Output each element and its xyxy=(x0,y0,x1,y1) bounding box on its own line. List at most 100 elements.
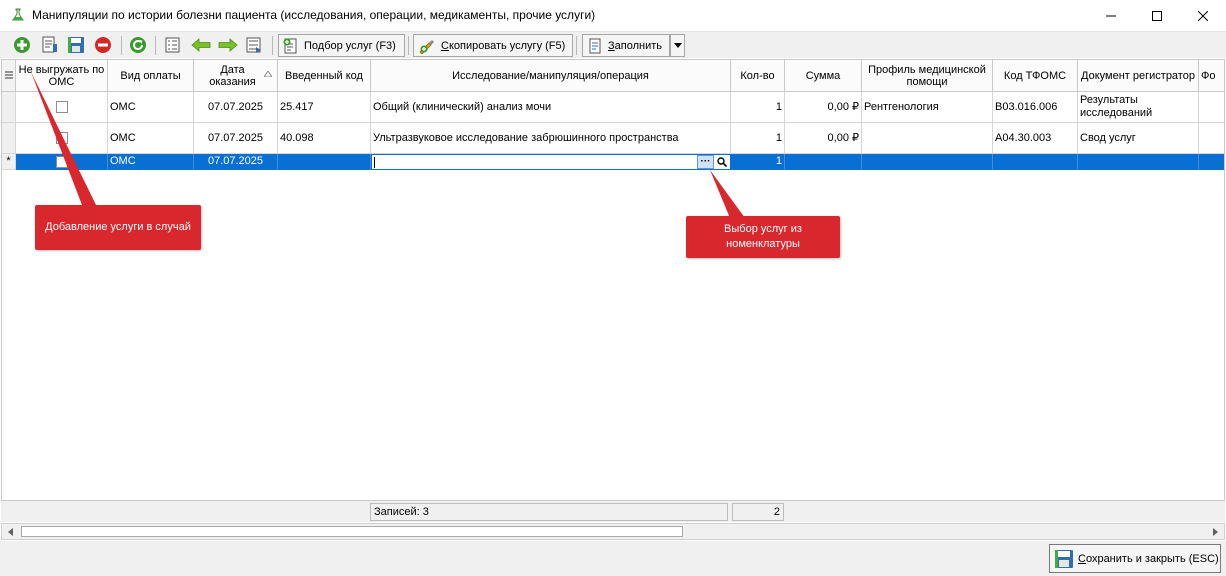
list-button[interactable] xyxy=(163,35,183,55)
grid-footer: Записей: 3 2 xyxy=(1,500,1225,522)
date-cell[interactable]: 07.07.2025 xyxy=(194,92,278,123)
col-sum[interactable]: Сумма xyxy=(785,60,862,92)
toolbar-separator xyxy=(272,36,273,55)
arrow-left-icon xyxy=(191,38,211,52)
toolbar: Подбор услуг (F3) Скопировать услугу (F5… xyxy=(0,31,1226,58)
scrollbar-thumb[interactable] xyxy=(21,526,683,537)
save-button[interactable] xyxy=(66,35,86,55)
minimize-button[interactable] xyxy=(1088,0,1134,31)
move-right-button[interactable] xyxy=(218,35,238,55)
nomenclature-picker-button[interactable]: ··· xyxy=(697,155,714,169)
col-form[interactable]: Фо xyxy=(1199,60,1224,92)
quantity-cell[interactable]: 1 xyxy=(731,154,785,170)
add-button[interactable] xyxy=(12,35,32,55)
sum-cell[interactable] xyxy=(785,154,862,170)
document-fill-icon xyxy=(589,38,601,53)
new-row-indicator[interactable]: * xyxy=(2,154,16,170)
scroll-left-button[interactable] xyxy=(2,524,19,539)
col-tfoms-code[interactable]: Код ТФОМС xyxy=(993,60,1078,92)
not-upload-checkbox[interactable] xyxy=(55,101,68,113)
save-and-close-button[interactable]: Сохранить и закрыть (ESC) xyxy=(1049,544,1221,573)
col-payment-type[interactable]: Вид оплаты xyxy=(108,60,194,92)
refresh-icon xyxy=(130,37,146,53)
row-indicator[interactable] xyxy=(2,123,16,154)
service-editor[interactable]: ··· xyxy=(371,154,731,170)
not-upload-checkbox[interactable] xyxy=(55,132,68,144)
list-icon xyxy=(165,37,180,53)
form-cell[interactable] xyxy=(1199,123,1224,154)
payment-type-cell[interactable]: ОМС xyxy=(108,92,194,123)
add-document-icon xyxy=(283,38,297,53)
not-upload-checkbox[interactable] xyxy=(55,155,68,168)
row-indicator[interactable] xyxy=(2,92,16,123)
delete-icon xyxy=(95,37,111,53)
delete-button[interactable] xyxy=(93,35,113,55)
scroll-right-button[interactable] xyxy=(1207,524,1224,539)
entered-code-cell[interactable] xyxy=(278,154,371,170)
ellipsis-icon: ··· xyxy=(700,156,711,167)
grid-corner[interactable] xyxy=(2,60,16,92)
col-service[interactable]: Исследование/манипуляция/операция xyxy=(371,60,731,92)
refresh-button[interactable] xyxy=(128,35,148,55)
document-cell[interactable]: Свод услуг xyxy=(1078,123,1199,154)
fill-button[interactable]: Заполнить xyxy=(582,34,670,57)
triangle-right-icon xyxy=(1213,527,1218,536)
quantity-cell[interactable]: 1 xyxy=(731,123,785,154)
copy-service-label: Скопировать услугу (F5) xyxy=(441,39,566,52)
care-profile-cell[interactable]: Рентгенология xyxy=(862,92,993,123)
date-cell[interactable]: 07.07.2025 xyxy=(194,123,278,154)
date-cell[interactable]: 07.07.2025 xyxy=(194,154,278,170)
not-upload-checkbox-cell[interactable] xyxy=(16,92,108,123)
payment-type-cell[interactable]: ОМС xyxy=(108,123,194,154)
care-profile-cell[interactable] xyxy=(862,154,993,170)
col-date[interactable]: Дата оказания xyxy=(194,60,278,92)
list-move-button[interactable] xyxy=(244,35,264,55)
close-icon xyxy=(1198,10,1208,21)
entered-code-cell[interactable]: 25.417 xyxy=(278,92,371,123)
col-care-profile[interactable]: Профиль медицинской помощи xyxy=(862,60,993,92)
copy-brush-icon xyxy=(419,39,434,54)
maximize-button[interactable] xyxy=(1134,0,1180,31)
list-move-icon xyxy=(246,37,261,53)
payment-type-cell[interactable]: ОМС xyxy=(108,154,194,170)
horizontal-scrollbar[interactable] xyxy=(1,523,1225,540)
column-chooser-icon xyxy=(4,71,13,79)
col-quantity[interactable]: Кол-во xyxy=(731,60,785,92)
fill-dropdown-button[interactable] xyxy=(670,34,685,57)
close-button[interactable] xyxy=(1180,0,1226,31)
move-left-button[interactable] xyxy=(191,35,211,55)
col-document[interactable]: Документ регистратор xyxy=(1078,60,1199,92)
entered-code-cell[interactable]: 40.098 xyxy=(278,123,371,154)
document-cell[interactable] xyxy=(1078,154,1199,170)
tfoms-code-cell[interactable]: B03.016.006 xyxy=(993,92,1078,123)
sum-cell[interactable]: 0,00 ₽ xyxy=(785,92,862,123)
copy-service-button[interactable]: Скопировать услугу (F5) xyxy=(413,34,573,57)
not-upload-checkbox-cell[interactable] xyxy=(16,123,108,154)
window-title: Манипуляции по истории болезни пациента … xyxy=(32,8,596,22)
form-cell[interactable] xyxy=(1199,154,1224,170)
fill-label: Заполнить xyxy=(608,39,663,52)
add-service-callout: Добавление услуги в случай xyxy=(35,205,201,250)
quantity-cell[interactable]: 1 xyxy=(731,92,785,123)
form-cell[interactable] xyxy=(1199,92,1224,123)
document-cell[interactable]: Результаты исследований xyxy=(1078,92,1199,123)
col-entered-code[interactable]: Введенный код xyxy=(278,60,371,92)
edit-document-button[interactable] xyxy=(40,35,60,55)
sort-asc-icon xyxy=(264,71,272,77)
not-upload-checkbox-cell[interactable] xyxy=(16,154,108,170)
search-service-button[interactable] xyxy=(714,155,730,169)
text-caret xyxy=(374,157,375,168)
tfoms-code-cell[interactable] xyxy=(993,154,1078,170)
tfoms-code-cell[interactable]: A04.30.003 xyxy=(993,123,1078,154)
col-not-upload[interactable]: Не выгружать по ОМС xyxy=(16,60,108,92)
service-cell[interactable]: Ультразвуковое исследование забрюшинного… xyxy=(371,123,731,154)
quantity-total: 2 xyxy=(732,503,784,521)
add-icon xyxy=(14,37,30,53)
document-icon xyxy=(42,36,57,53)
sum-cell[interactable]: 0,00 ₽ xyxy=(785,123,862,154)
triangle-left-icon xyxy=(8,527,13,536)
care-profile-cell[interactable] xyxy=(862,123,993,154)
service-cell[interactable]: Общий (клинический) анализ мочи xyxy=(371,92,731,123)
maximize-icon xyxy=(1152,10,1162,21)
select-services-button[interactable]: Подбор услуг (F3) xyxy=(278,34,405,57)
